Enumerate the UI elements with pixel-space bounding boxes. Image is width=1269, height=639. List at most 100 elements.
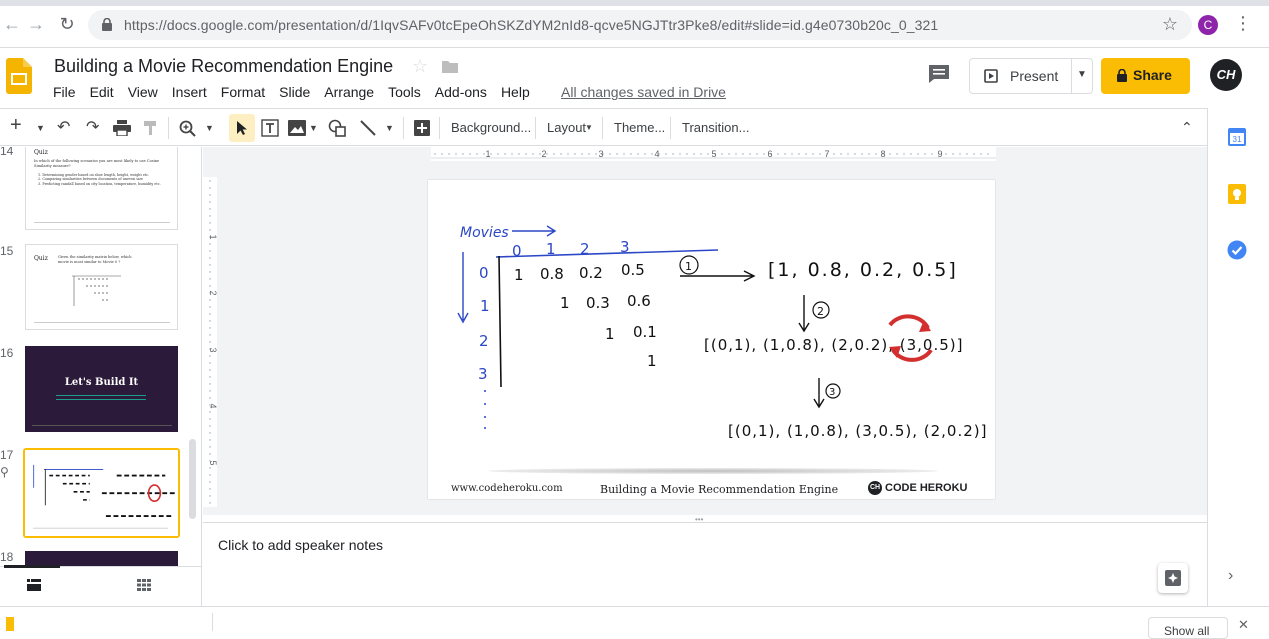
lock-icon bbox=[102, 18, 112, 31]
menu-tools[interactable]: Tools bbox=[388, 84, 421, 100]
present-label: Present bbox=[1010, 68, 1059, 84]
filmstrip-scrollbar[interactable] bbox=[189, 439, 196, 519]
select-tool-button[interactable] bbox=[229, 114, 255, 142]
more-menu-icon[interactable]: ⋮ bbox=[1234, 13, 1252, 34]
zoom-icon[interactable] bbox=[179, 120, 197, 138]
paint-format-icon[interactable] bbox=[143, 120, 159, 136]
horizontal-ruler[interactable]: 1 2 3 4 5 6 7 8 9 bbox=[431, 147, 996, 161]
row-header: 3 bbox=[478, 365, 488, 383]
menu-format[interactable]: Format bbox=[221, 84, 265, 100]
ruler-dot bbox=[209, 397, 211, 399]
menu-edit[interactable]: Edit bbox=[90, 84, 114, 100]
ruler-dot bbox=[209, 320, 211, 322]
zoom-dropdown-icon[interactable]: ▼ bbox=[205, 123, 214, 133]
menu-slide[interactable]: Slide bbox=[279, 84, 310, 100]
add-comment-icon[interactable] bbox=[413, 119, 431, 137]
grid-view-icon[interactable] bbox=[137, 579, 151, 591]
reload-icon[interactable]: ↻ bbox=[57, 14, 77, 35]
present-button[interactable]: Present ▼ bbox=[969, 58, 1093, 94]
menu-bar: File Edit View Insert Format Slide Arran… bbox=[53, 84, 544, 100]
document-title[interactable]: Building a Movie Recommendation Engine bbox=[54, 56, 393, 77]
svg-text:31: 31 bbox=[1233, 135, 1242, 144]
present-dropdown-icon[interactable]: ▼ bbox=[1077, 69, 1087, 80]
ruler-dot bbox=[209, 222, 211, 224]
image-dropdown-icon[interactable]: ▼ bbox=[309, 123, 318, 133]
expand-side-panel-icon[interactable]: › bbox=[1228, 567, 1233, 585]
profile-avatar[interactable]: C bbox=[1198, 15, 1218, 35]
download-bar: Show all ✕ bbox=[0, 606, 1269, 639]
bookmark-star-icon[interactable]: ☆ bbox=[1162, 14, 1178, 35]
vertical-ruler[interactable]: 1 2 3 4 5 bbox=[203, 177, 217, 507]
editing-toolbar: + ▼ ↶ ↷ ▼ ▼ ▼ Background... Layout ▼ The… bbox=[0, 108, 1207, 146]
ruler-dot bbox=[539, 153, 541, 155]
matrix-cell: 1 bbox=[560, 294, 570, 312]
menu-arrange[interactable]: Arrange bbox=[324, 84, 374, 100]
thumb-title: Quiz bbox=[34, 149, 48, 156]
share-button[interactable]: Share bbox=[1101, 58, 1190, 94]
list3: [(0,1), (1,0.8), (3,0.5), (2,0.2)] bbox=[728, 422, 987, 440]
slide-thumbnail-17-selected[interactable] bbox=[23, 448, 180, 538]
image-icon[interactable] bbox=[288, 120, 306, 136]
menu-view[interactable]: View bbox=[128, 84, 158, 100]
speaker-notes-panel[interactable]: Click to add speaker notes bbox=[203, 522, 1207, 606]
folder-icon[interactable] bbox=[442, 60, 458, 73]
slide-thumbnail-14[interactable]: Quiz In which of the following scenarios… bbox=[25, 147, 178, 230]
speaker-notes-placeholder[interactable]: Click to add speaker notes bbox=[218, 537, 383, 553]
save-status-link[interactable]: All changes saved in Drive bbox=[561, 84, 726, 100]
ruler-dot bbox=[518, 153, 520, 155]
ruler-dot bbox=[791, 153, 793, 155]
ruler-dot bbox=[469, 153, 471, 155]
comments-icon[interactable] bbox=[928, 64, 950, 84]
menu-insert[interactable]: Insert bbox=[172, 84, 207, 100]
theme-button[interactable]: Theme... bbox=[614, 120, 665, 135]
menu-addons[interactable]: Add-ons bbox=[435, 84, 487, 100]
slide-thumbnail-16[interactable]: Let's Build It bbox=[25, 346, 178, 432]
print-icon[interactable] bbox=[113, 120, 131, 136]
redo-icon[interactable]: ↷ bbox=[86, 117, 99, 137]
col-header: 2 bbox=[580, 240, 590, 258]
back-arrow-icon[interactable]: ← bbox=[2, 14, 22, 35]
keep-icon[interactable] bbox=[1228, 184, 1246, 204]
transition-button[interactable]: Transition... bbox=[682, 120, 749, 135]
row-header: 2 bbox=[479, 332, 489, 350]
star-icon[interactable]: ☆ bbox=[412, 56, 428, 77]
close-download-bar-icon[interactable]: ✕ bbox=[1238, 617, 1249, 633]
download-file-icon[interactable] bbox=[6, 617, 14, 631]
matrix-cell: 1 bbox=[647, 352, 657, 370]
account-avatar[interactable]: CH bbox=[1210, 59, 1242, 91]
explore-button[interactable] bbox=[1158, 563, 1188, 593]
ruler-dot bbox=[861, 153, 863, 155]
ruler-dot bbox=[567, 153, 569, 155]
ruler-dot bbox=[854, 153, 856, 155]
movies-label: Movies bbox=[460, 225, 509, 241]
new-slide-icon[interactable]: + bbox=[10, 114, 22, 137]
layout-button[interactable]: Layout bbox=[547, 120, 586, 135]
menu-file[interactable]: File bbox=[53, 84, 76, 100]
filmstrip-active-indicator bbox=[4, 565, 60, 568]
thumb-list-item: 3. Predicting rainfall based on city loc… bbox=[38, 181, 161, 186]
filmstrip-view-icon[interactable] bbox=[27, 579, 41, 591]
ruler-dot bbox=[560, 153, 562, 155]
show-all-button[interactable]: Show all bbox=[1148, 617, 1228, 639]
current-slide[interactable]: Movies 0 1 2 3 0 1 2 3 1 0.8 0.2 0.5 1 0… bbox=[428, 180, 995, 499]
address-bar[interactable]: https://docs.google.com/presentation/d/1… bbox=[88, 10, 1192, 40]
new-slide-dropdown-icon[interactable]: ▼ bbox=[36, 123, 45, 133]
shape-icon[interactable] bbox=[328, 119, 346, 137]
collapse-toolbar-icon[interactable]: ⌃ bbox=[1181, 119, 1193, 136]
background-button[interactable]: Background... bbox=[451, 120, 531, 135]
line-icon[interactable] bbox=[359, 119, 377, 137]
speaker-notes-indicator-icon: ⚲ bbox=[0, 465, 9, 479]
ruler-dot bbox=[973, 153, 975, 155]
layout-dropdown-icon[interactable]: ▼ bbox=[585, 123, 593, 132]
undo-icon[interactable]: ↶ bbox=[57, 117, 70, 137]
slide-thumbnail-15[interactable]: Quiz Given the similarity matrix below, … bbox=[25, 244, 178, 330]
line-dropdown-icon[interactable]: ▼ bbox=[385, 123, 394, 133]
ruler-dot bbox=[903, 153, 905, 155]
tasks-icon[interactable] bbox=[1227, 240, 1247, 260]
ruler-dot bbox=[209, 299, 211, 301]
text-box-icon[interactable] bbox=[261, 119, 279, 137]
calendar-icon[interactable]: 31 bbox=[1228, 128, 1246, 146]
menu-help[interactable]: Help bbox=[501, 84, 530, 100]
forward-arrow-icon[interactable]: → bbox=[26, 14, 46, 35]
slides-logo-icon[interactable] bbox=[6, 58, 32, 94]
